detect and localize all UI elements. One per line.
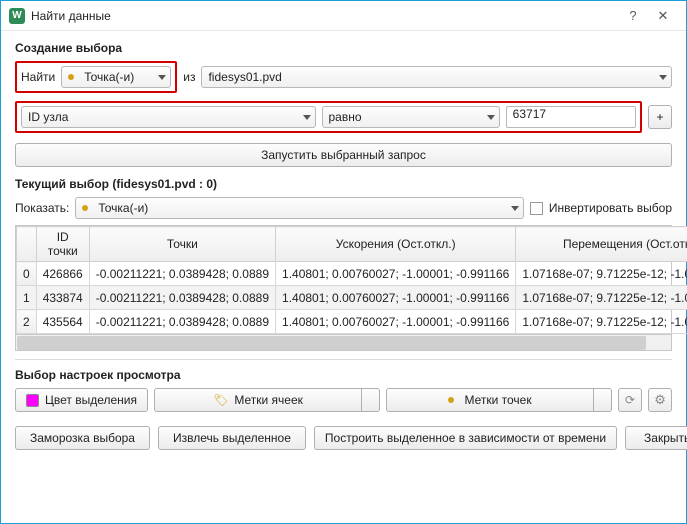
refresh-icon: ⟳ <box>625 393 635 407</box>
table-row[interactable]: 1 433874 -0.00211221; 0.0389428; 0.0889 … <box>17 286 687 310</box>
invert-checkbox[interactable] <box>530 202 543 215</box>
from-label: из <box>183 70 195 84</box>
close-window-button[interactable]: ✕ <box>648 5 678 27</box>
settings-button[interactable]: ⚙ <box>648 388 672 412</box>
show-value: Точка(-и) <box>98 201 505 215</box>
invert-label: Инвертировать выбор <box>549 201 672 215</box>
chevron-down-icon <box>303 115 311 120</box>
selection-table: ID точки Точки Ускорения (Ост.откл.) Пер… <box>15 225 672 351</box>
tag-icon: 🏷 <box>213 393 228 407</box>
operator-dropdown[interactable]: равно <box>322 106 500 128</box>
show-label: Показать: <box>15 201 69 215</box>
chevron-down-icon <box>158 75 166 80</box>
criteria-value: 63717 <box>513 107 546 121</box>
col-accel[interactable]: Ускорения (Ост.откл.) <box>276 227 516 262</box>
field-value: ID узла <box>28 110 297 124</box>
source-dropdown[interactable]: fidesys01.pvd <box>201 66 672 88</box>
find-block-highlight: Найти Точка(-и) <box>15 61 177 93</box>
cell-labels-button[interactable]: 🏷 Метки ячеек <box>154 388 362 412</box>
highlight-color-button[interactable]: Цвет выделения <box>15 388 148 412</box>
col-disp[interactable]: Перемещения (Ост.откл.) <box>516 227 687 262</box>
gear-icon: ⚙ <box>654 392 666 408</box>
freeze-selection-button[interactable]: Заморозка выбора <box>15 426 150 450</box>
point-icon <box>82 205 88 211</box>
help-button[interactable]: ? <box>618 5 648 27</box>
plot-over-time-button[interactable]: Построить выделенное в зависимости от вр… <box>314 426 617 450</box>
color-swatch-icon <box>26 394 39 407</box>
app-icon: W <box>9 8 25 24</box>
col-id[interactable]: ID точки <box>36 227 89 262</box>
point-icon <box>448 397 454 403</box>
point-labels-dropdown[interactable] <box>594 388 612 412</box>
table-row[interactable]: 2 435564 -0.00211221; 0.0389428; 0.0889 … <box>17 310 687 334</box>
run-query-button[interactable]: Запустить выбранный запрос <box>15 143 672 167</box>
col-index[interactable] <box>17 227 37 262</box>
field-dropdown[interactable]: ID узла <box>21 106 316 128</box>
titlebar: W Найти данные ? ✕ <box>1 1 686 31</box>
find-label: Найти <box>21 70 55 84</box>
view-settings-heading: Выбор настроек просмотра <box>15 368 672 382</box>
source-value: fidesys01.pvd <box>208 70 653 84</box>
table-header-row: ID точки Точки Ускорения (Ост.откл.) Пер… <box>17 227 687 262</box>
add-criteria-button[interactable]: + <box>648 105 672 129</box>
criteria-highlight: ID узла равно 63717 <box>15 101 642 133</box>
find-type-dropdown[interactable]: Точка(-и) <box>61 66 171 88</box>
refresh-button[interactable]: ⟳ <box>618 388 642 412</box>
show-dropdown[interactable]: Точка(-и) <box>75 197 524 219</box>
extract-selection-button[interactable]: Извлечь выделенное <box>158 426 306 450</box>
current-selection-heading: Текущий выбор (fidesys01.pvd : 0) <box>15 177 672 191</box>
chevron-down-icon <box>487 115 495 120</box>
scrollbar-thumb[interactable] <box>17 336 646 350</box>
point-icon <box>68 74 74 80</box>
criteria-input[interactable]: 63717 <box>506 106 636 128</box>
operator-value: равно <box>329 110 481 124</box>
table-row[interactable]: 0 426866 -0.00211221; 0.0389428; 0.0889 … <box>17 262 687 286</box>
chevron-down-icon <box>511 206 519 211</box>
selection-creation-heading: Создание выбора <box>15 41 672 55</box>
close-button[interactable]: Закрыть <box>625 426 687 450</box>
window-title: Найти данные <box>31 9 618 23</box>
horizontal-scrollbar[interactable] <box>16 334 671 350</box>
find-type-value: Точка(-и) <box>84 70 152 84</box>
chevron-down-icon <box>659 75 667 80</box>
cell-labels-dropdown[interactable] <box>362 388 380 412</box>
col-points[interactable]: Точки <box>89 227 275 262</box>
point-labels-button[interactable]: Метки точек <box>386 388 594 412</box>
